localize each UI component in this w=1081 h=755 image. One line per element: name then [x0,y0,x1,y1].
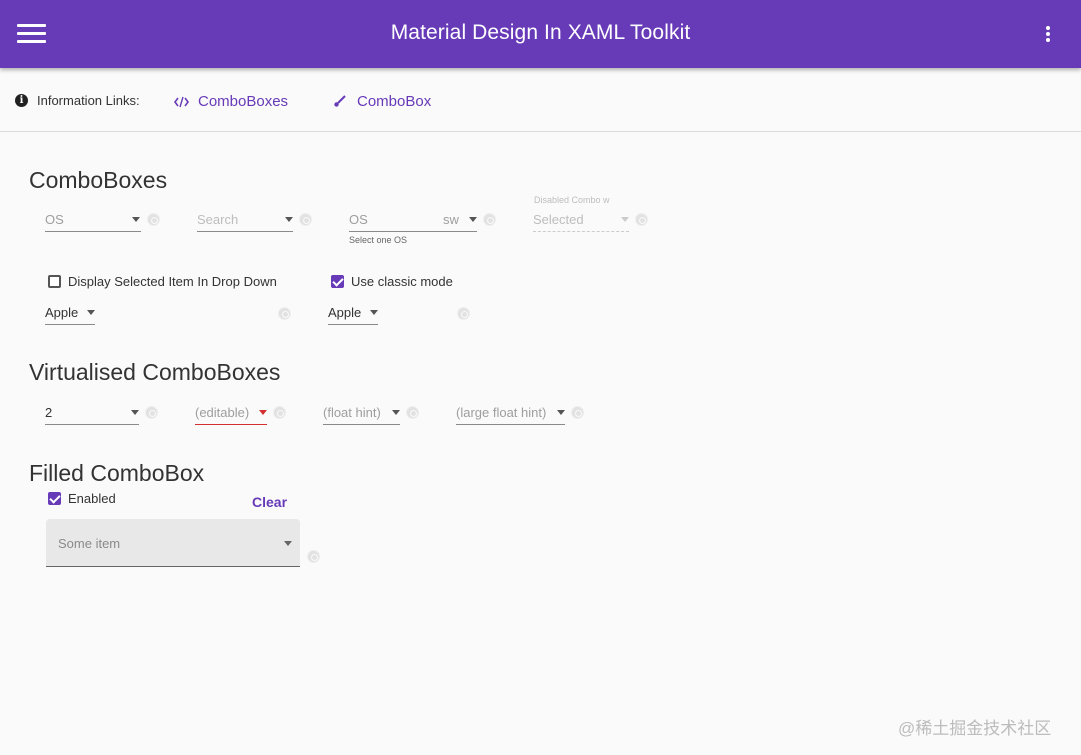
search-combobox-placeholder: Search [197,212,239,227]
os-combobox-value: OS [45,212,64,227]
comboboxes-link-label: ComboBoxes [198,93,289,110]
editable-combobox-placeholder: (editable) [195,405,250,420]
chevron-down-icon [621,217,629,222]
large-float-hint-combobox-placeholder: (large float hint) [456,405,547,420]
virtualised-number-combobox[interactable]: 2 [45,402,139,432]
smart-hint-icon [273,406,286,419]
smart-hint-icon [406,406,419,419]
chevron-down-icon [259,410,267,415]
checkbox-box-checked [48,492,61,505]
app-title: Material Design In XAML Toolkit [390,21,691,44]
comboboxes-section-title: ComboBoxes [29,167,168,193]
apple-combobox-2-value: Apple [328,305,362,320]
code-icon [174,96,189,108]
smart-hint-icon [278,307,291,320]
chevron-down-icon [284,541,292,546]
display-selected-item-label: Display Selected Item In Drop Down [68,274,277,289]
use-classic-mode-label: Use classic mode [351,274,453,289]
apple-combobox-1[interactable]: Apple [45,302,95,332]
watermark: @稀土掘金技术社区 [898,719,1052,738]
chevron-down-icon [87,310,95,315]
smart-hint-icon [635,213,648,226]
smart-hint-icon [571,406,584,419]
smart-hint-icon [147,213,160,226]
chevron-down-icon [469,217,477,222]
app-bar: Material Design In XAML Toolkit [0,0,1081,68]
os-hint-combobox-value: OS [349,212,368,227]
filled-combobox[interactable]: Some item [46,519,300,567]
os-hint-combobox-suffix: sw [443,212,459,227]
search-combobox[interactable]: Search [197,209,293,239]
virtualised-number-value: 2 [45,405,53,420]
information-links-label: Information Links: [37,93,140,108]
smart-hint-icon [457,307,470,320]
smart-hint-icon [307,550,320,563]
checkbox-box-checked [331,275,344,288]
chevron-down-icon [131,410,139,415]
apple-combobox-1-value: Apple [45,305,79,320]
os-combobox[interactable]: OS [45,209,141,239]
apple-combobox-2[interactable]: Apple [328,302,378,332]
smart-hint-icon [299,213,312,226]
virtualised-comboboxes-section-title: Virtualised ComboBoxes [29,359,281,385]
enabled-checkbox-label: Enabled [68,491,116,506]
filled-combobox-section-title: Filled ComboBox [29,460,205,486]
more-vertical-icon[interactable] [1040,25,1056,45]
information-links-bar: i Information Links: ComboBoxes ComboBox [0,68,1081,132]
large-float-hint-combobox[interactable]: (large float hint) [456,402,565,432]
chevron-down-icon [557,410,565,415]
info-icon: i [15,94,28,107]
chevron-down-icon [392,410,400,415]
smart-hint-icon [483,213,496,226]
chevron-down-icon [370,310,378,315]
chevron-down-icon [285,217,293,222]
disabled-combobox-value: Selected [533,212,584,227]
smart-hint-icon [145,406,158,419]
filled-combobox-placeholder: Some item [58,536,121,551]
os-hint-helper-text: Select one OS [349,235,408,245]
disabled-combobox: Selected [533,209,629,239]
disabled-combobox-hint: Disabled Combo w [534,195,610,205]
checkbox-box [48,275,61,288]
editable-combobox[interactable]: (editable) [195,402,267,432]
clear-button[interactable]: Clear [252,494,287,510]
combobox-link-label: ComboBox [357,93,432,110]
brush-icon [334,95,346,107]
chevron-down-icon [132,217,140,222]
float-hint-combobox[interactable]: (float hint) [323,402,400,432]
float-hint-combobox-placeholder: (float hint) [323,405,381,420]
